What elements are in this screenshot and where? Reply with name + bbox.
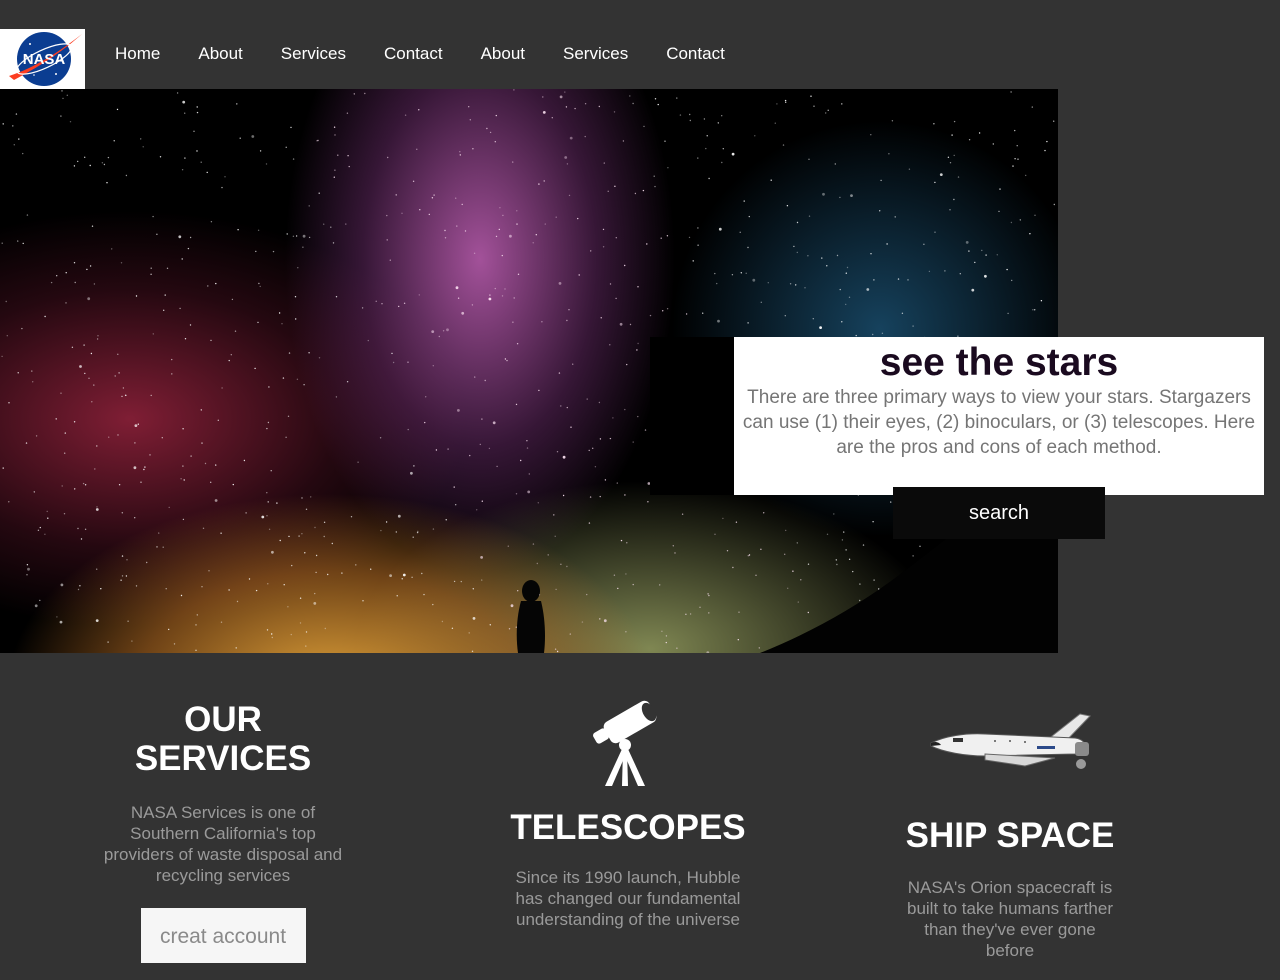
search-button[interactable]: search [893, 487, 1105, 539]
create-account-button[interactable]: creat account [140, 908, 306, 963]
services-heading-line2: SERVICES [134, 739, 312, 778]
ship-space-column: SHIP SPACE NASA's Orion spacecraft is bu… [870, 708, 1150, 961]
nav-contact-2[interactable]: Contact [647, 43, 744, 65]
hero-body: There are three primary ways to view you… [742, 387, 1256, 458]
space-shuttle-icon [930, 713, 1091, 769]
svg-text:NASA: NASA [22, 51, 65, 68]
card-accent-block [650, 337, 735, 495]
our-services-column: OUR SERVICES NASA Services is one of Sou… [78, 700, 368, 963]
services-heading-line1: OUR [184, 700, 262, 739]
telescopes-column: TELESCOPES Since its 1990 launch, Hubble… [478, 694, 778, 930]
ship-space-description: NASA's Orion spacecraft is built to take… [906, 878, 1113, 960]
nav-contact[interactable]: Contact [365, 43, 462, 65]
telescopes-description: Since its 1990 launch, Hubble has change… [515, 868, 741, 929]
main-nav: Home About Services Contact About Servic… [96, 43, 744, 65]
telescope-icon [593, 700, 657, 786]
nav-services-2[interactable]: Services [544, 43, 647, 65]
services-description: NASA Services is one of Southern Califor… [103, 803, 343, 885]
nasa-logo-icon: NASA [8, 32, 82, 86]
telescopes-heading: TELESCOPES [510, 808, 746, 847]
feature-card: see the stars There are three primary wa… [734, 337, 1264, 495]
person-silhouette [516, 580, 545, 653]
ship-space-heading: SHIP SPACE [905, 816, 1115, 855]
nasa-logo[interactable]: NASA [0, 29, 85, 89]
nav-about[interactable]: About [179, 43, 261, 65]
hero-title: see the stars [879, 341, 1119, 384]
nav-about-2[interactable]: About [462, 43, 544, 65]
nav-home[interactable]: Home [96, 43, 179, 65]
nav-services[interactable]: Services [262, 43, 365, 65]
